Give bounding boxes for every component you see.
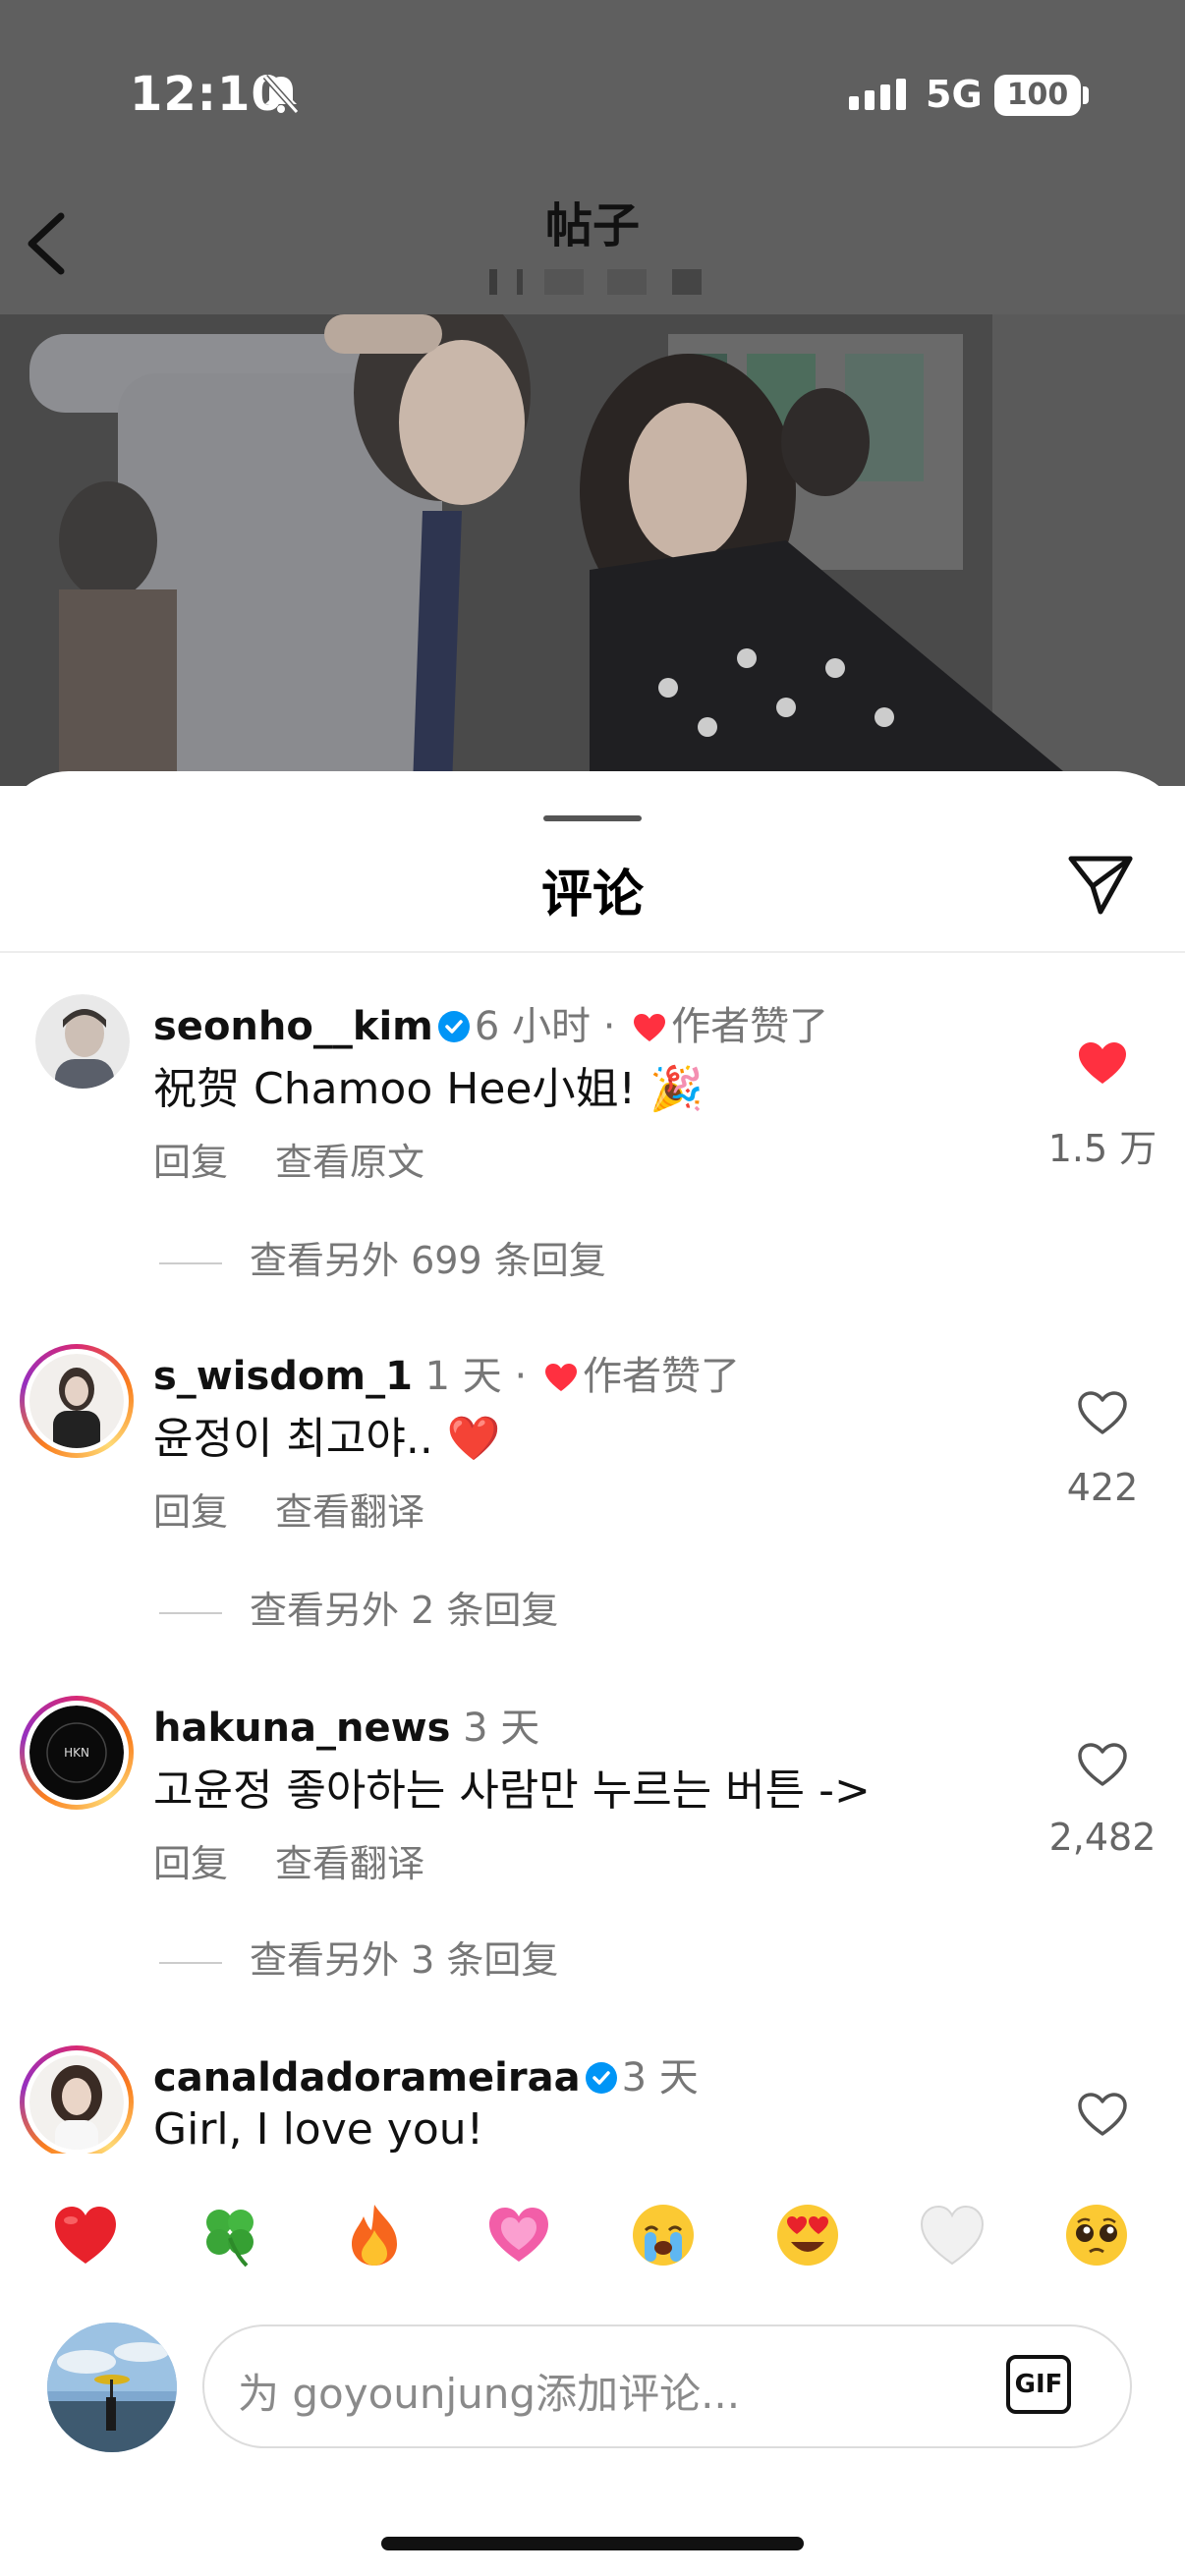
view-more-replies[interactable]: 查看另外 699 条回复 bbox=[159, 1230, 606, 1284]
four-leaf-clover-emoji-icon[interactable] bbox=[196, 2201, 264, 2269]
avatar[interactable] bbox=[35, 994, 130, 1089]
comment-actions: 回复 查看翻译 bbox=[153, 1833, 472, 1887]
cellular-signal-icon bbox=[849, 79, 906, 110]
see-original-button[interactable]: 查看原文 bbox=[275, 1141, 424, 1184]
comment-text: 祝贺 Chamoo Hee小姐! 🎉 bbox=[153, 1064, 704, 1114]
sparkling-heart-emoji-icon[interactable] bbox=[484, 2201, 553, 2269]
comment-header: s_wisdom_1 1 天 · 作者赞了 bbox=[153, 1354, 740, 1399]
view-more-replies-label[interactable]: 查看另外 699 条回复 bbox=[250, 1239, 606, 1282]
like-heart-filled-icon[interactable] bbox=[1076, 1039, 1129, 1087]
sheet-drag-handle[interactable] bbox=[543, 815, 642, 821]
comment-text: 윤정이 최고야.. ❤️ bbox=[153, 1414, 501, 1464]
reply-button[interactable]: 回复 bbox=[153, 1141, 228, 1184]
author-liked-heart-icon bbox=[544, 1364, 577, 1391]
status-bar: 12:10 5G 100 bbox=[0, 0, 1185, 196]
battery-indicator: 100 bbox=[994, 75, 1081, 116]
comment-input[interactable]: 为 goyounjung添加评论... bbox=[238, 2361, 740, 2421]
author-liked-label: 作者赞了 bbox=[582, 1354, 740, 1399]
view-more-replies[interactable]: 查看另外 2 条回复 bbox=[159, 1580, 558, 1634]
view-more-replies-label[interactable]: 查看另外 3 条回复 bbox=[250, 1938, 558, 1982]
my-avatar bbox=[47, 2323, 177, 2452]
pleading-face-emoji-icon[interactable] bbox=[1062, 2201, 1131, 2269]
gif-button[interactable]: GIF bbox=[1006, 2355, 1071, 2414]
replies-line bbox=[159, 1261, 222, 1264]
network-type: 5G bbox=[926, 73, 983, 116]
reply-button[interactable]: 回复 bbox=[153, 1842, 228, 1885]
like-heart-outline-icon[interactable] bbox=[1076, 1741, 1129, 1788]
avatar[interactable] bbox=[29, 2055, 124, 2150]
heart-eyes-face-emoji-icon[interactable] bbox=[773, 2201, 842, 2269]
blurred-username bbox=[489, 269, 702, 295]
comment-text: Girl, I love you! bbox=[153, 2104, 484, 2155]
crying-face-emoji-icon[interactable] bbox=[629, 2201, 698, 2269]
comment-header: canaldadorameiraa 3 天 bbox=[153, 2045, 699, 2102]
comment-time: 6 小时 bbox=[474, 1004, 592, 1049]
like-count: 422 bbox=[1066, 1466, 1139, 1509]
replies-line bbox=[159, 1611, 222, 1614]
comment-text: 고윤정 좋아하는 사람만 누르는 버튼 -> bbox=[153, 1765, 871, 1816]
heart-emoji-icon[interactable] bbox=[51, 2201, 120, 2269]
svg-text:HKN: HKN bbox=[64, 1746, 89, 1760]
page-title: 帖子 bbox=[544, 198, 640, 253]
verified-badge-icon bbox=[585, 2062, 617, 2094]
comment-time: 1 天 bbox=[424, 1354, 502, 1399]
comment-username[interactable]: hakuna_news bbox=[153, 1706, 450, 1751]
sheet-divider bbox=[0, 951, 1185, 953]
view-more-replies-label[interactable]: 查看另外 2 条回复 bbox=[250, 1589, 558, 1632]
comment-time: 3 天 bbox=[621, 2055, 699, 2100]
comment-username[interactable]: canaldadorameiraa bbox=[153, 2055, 581, 2100]
see-translation-button[interactable]: 查看翻译 bbox=[275, 1842, 424, 1885]
comment-header: seonho__kim 6 小时 · 作者赞了 bbox=[153, 1004, 829, 1049]
comment-username[interactable]: s_wisdom_1 bbox=[153, 1354, 413, 1399]
avatar[interactable] bbox=[29, 1354, 124, 1448]
comment-username[interactable]: seonho__kim bbox=[153, 1004, 433, 1049]
post-photo bbox=[0, 314, 1185, 786]
replies-line bbox=[159, 1961, 222, 1964]
battery-tip bbox=[1083, 86, 1089, 104]
comment-header: hakuna_news 3 天 bbox=[153, 1696, 539, 1753]
comment-time: 3 天 bbox=[463, 1706, 540, 1751]
share-send-icon[interactable] bbox=[1065, 853, 1136, 918]
like-heart-outline-icon[interactable] bbox=[1076, 2091, 1129, 2138]
like-heart-outline-icon[interactable] bbox=[1076, 1389, 1129, 1436]
like-count: 1.5 万 bbox=[1047, 1127, 1157, 1170]
home-indicator[interactable] bbox=[381, 2537, 804, 2550]
author-liked-label: 作者赞了 bbox=[671, 1004, 829, 1049]
view-more-replies[interactable]: 查看另外 3 条回复 bbox=[159, 1930, 558, 1984]
like-count: 2,482 bbox=[1048, 1816, 1157, 1859]
fire-emoji-icon[interactable] bbox=[340, 2201, 409, 2269]
comments-title: 评论 bbox=[540, 866, 644, 924]
comment-actions: 回复 查看原文 bbox=[153, 1132, 472, 1186]
silent-bell-icon bbox=[262, 75, 300, 114]
avatar[interactable]: HKN bbox=[29, 1706, 124, 1800]
author-liked-heart-icon bbox=[634, 1014, 666, 1041]
see-translation-button[interactable]: 查看翻译 bbox=[275, 1490, 424, 1534]
reply-button[interactable]: 回复 bbox=[153, 1490, 228, 1534]
white-heart-emoji-icon[interactable] bbox=[918, 2201, 987, 2269]
verified-badge-icon bbox=[437, 1011, 470, 1042]
comment-actions: 回复 查看翻译 bbox=[153, 1482, 472, 1536]
